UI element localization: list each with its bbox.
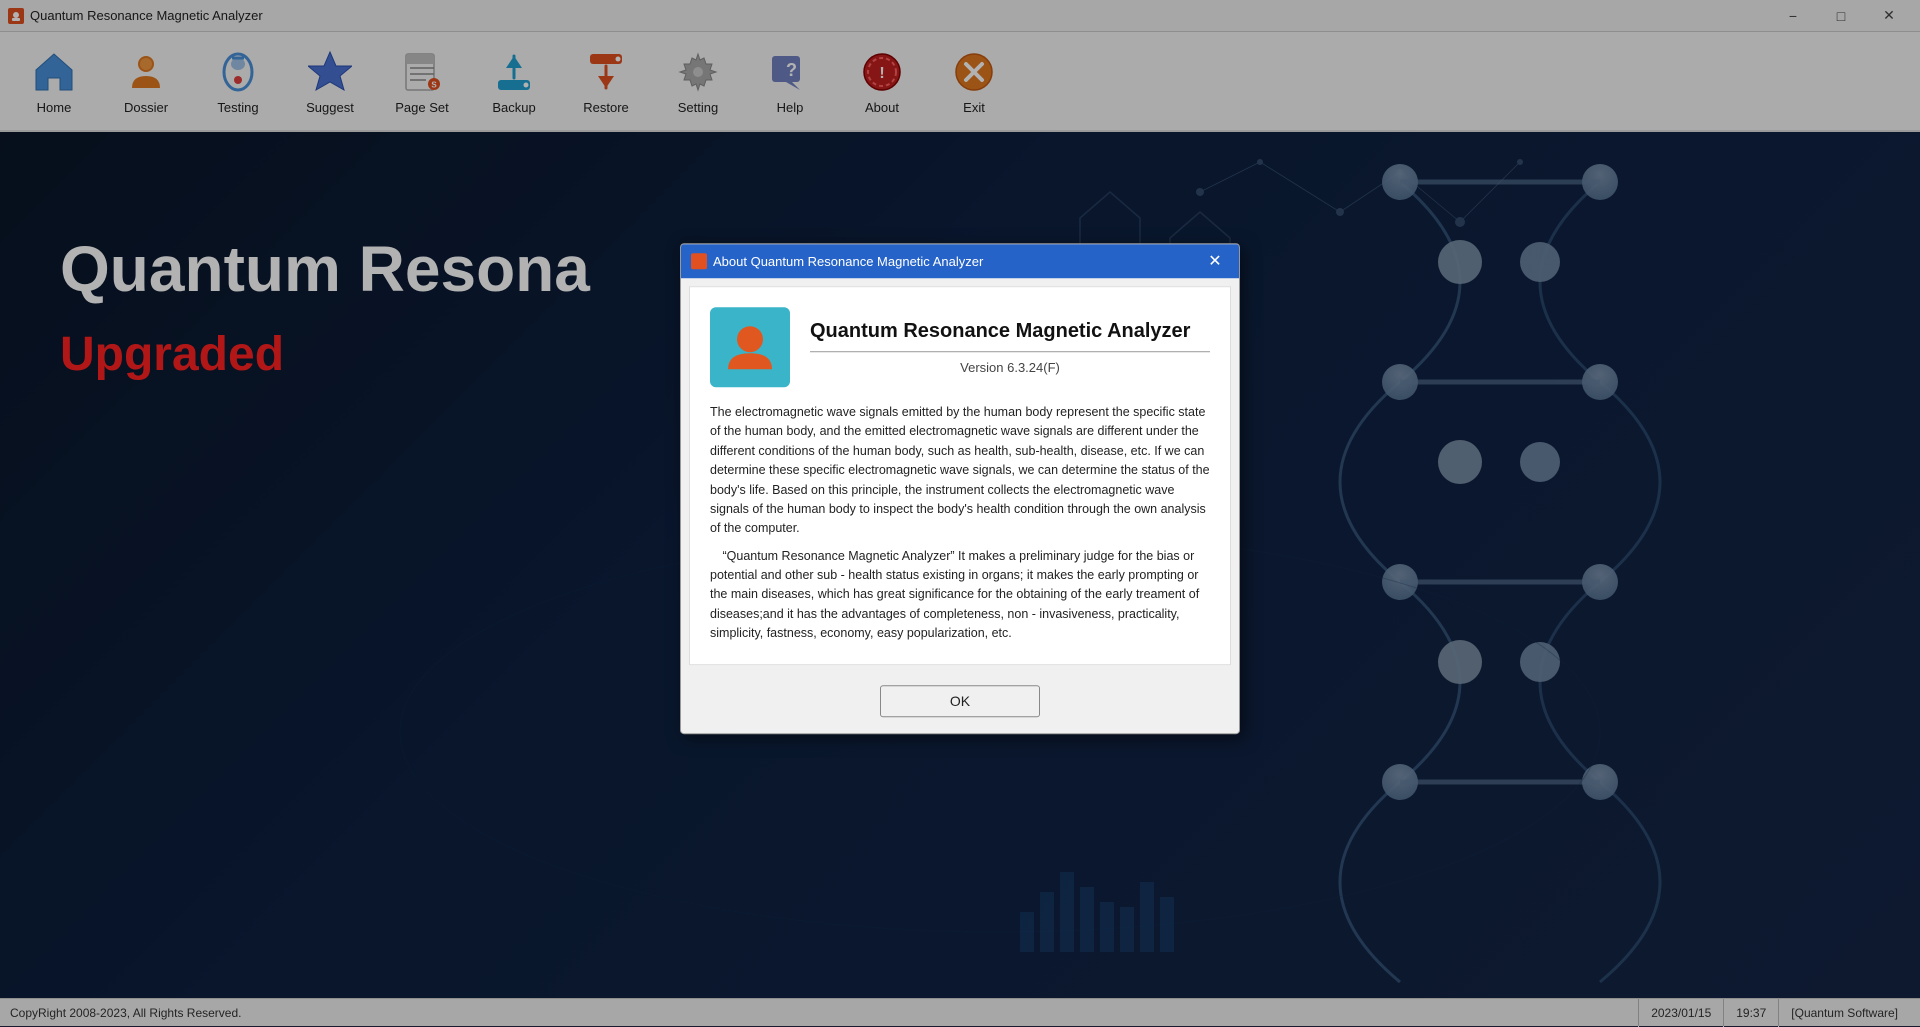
modal-footer: OK	[681, 673, 1239, 733]
app-title-block: Quantum Resonance Magnetic Analyzer Vers…	[810, 320, 1210, 375]
modal-header-row: Quantum Resonance Magnetic Analyzer Vers…	[710, 307, 1210, 387]
version-text: Version 6.3.24(F)	[810, 360, 1210, 375]
body-paragraph-2: “Quantum Resonance Magnetic Analyzer” It…	[710, 547, 1210, 644]
modal-title-left: About Quantum Resonance Magnetic Analyze…	[691, 253, 983, 269]
ok-button[interactable]: OK	[880, 685, 1040, 717]
modal-app-icon	[691, 253, 707, 269]
app-title-heading: Quantum Resonance Magnetic Analyzer	[810, 320, 1210, 343]
about-dialog: About Quantum Resonance Magnetic Analyze…	[680, 243, 1240, 733]
body-paragraph-1: The electromagnetic wave signals emitted…	[710, 403, 1210, 539]
modal-title-text: About Quantum Resonance Magnetic Analyze…	[713, 254, 983, 269]
modal-body: The electromagnetic wave signals emitted…	[710, 403, 1210, 643]
modal-content: Quantum Resonance Magnetic Analyzer Vers…	[689, 286, 1231, 664]
modal-titlebar: About Quantum Resonance Magnetic Analyze…	[681, 244, 1239, 278]
app-avatar-icon	[710, 307, 790, 387]
modal-overlay: About Quantum Resonance Magnetic Analyze…	[0, 0, 1920, 1026]
title-divider	[810, 351, 1210, 352]
modal-close-button[interactable]: ✕	[1201, 249, 1229, 273]
